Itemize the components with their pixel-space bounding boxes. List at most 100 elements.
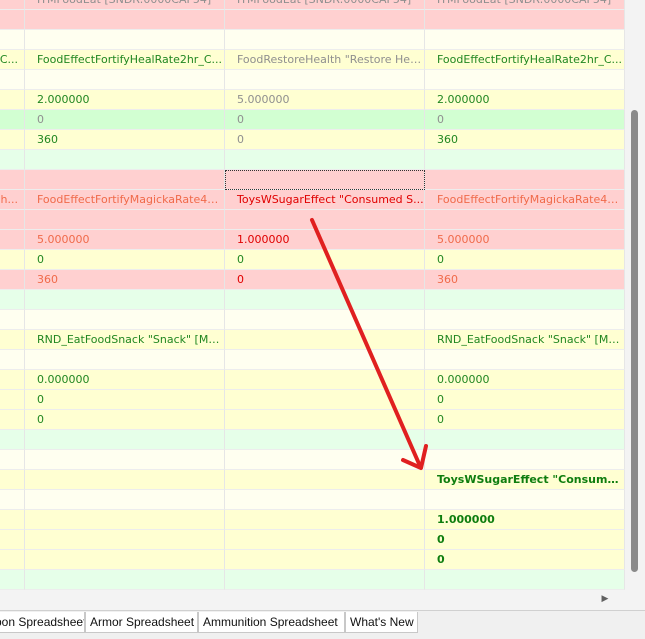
table-cell[interactable]: 0 [25, 250, 225, 270]
table-cell[interactable]: 0 [225, 110, 425, 130]
table-cell[interactable]: 5.000000 [25, 230, 225, 250]
table-cell[interactable] [425, 450, 625, 470]
table-cell[interactable] [0, 170, 25, 190]
table-cell[interactable] [0, 550, 25, 570]
table-cell[interactable] [25, 310, 225, 330]
table-cell[interactable]: 0 [425, 390, 625, 410]
table-cell[interactable] [25, 150, 225, 170]
table-cell[interactable] [225, 210, 425, 230]
table-cell[interactable] [25, 10, 225, 30]
table-cell[interactable]: 0 [425, 550, 625, 570]
table-cell[interactable]: 0.000000 [25, 370, 225, 390]
table-cell[interactable]: RND_EatFoodSnack "Snack" [MG... [25, 330, 225, 350]
table-cell[interactable]: 0 [225, 270, 425, 290]
table-cell[interactable] [425, 430, 625, 450]
table-cell[interactable] [0, 270, 25, 290]
table-cell[interactable]: ToysWSugarEffect "Consumed ... [425, 470, 625, 490]
table-cell[interactable]: RND_EatFoodSnack "Snack" [MG... [425, 330, 625, 350]
table-cell[interactable]: ToysWSugarEffect "Consumed S... [225, 190, 425, 210]
table-cell[interactable] [0, 410, 25, 430]
table-cell[interactable] [0, 10, 25, 30]
table-cell[interactable]: 0 [425, 250, 625, 270]
table-cell[interactable] [425, 170, 625, 190]
table-cell[interactable]: 0 [25, 390, 225, 410]
table-cell[interactable] [25, 530, 225, 550]
table-cell[interactable]: 360 [425, 270, 625, 290]
table-cell[interactable] [425, 210, 625, 230]
table-cell[interactable] [225, 70, 425, 90]
table-cell[interactable] [0, 510, 25, 530]
sheet-tab[interactable]: Armor Spreadsheet [85, 612, 198, 633]
table-cell[interactable] [425, 310, 625, 330]
table-cell[interactable] [25, 510, 225, 530]
table-cell[interactable]: 0 [425, 530, 625, 550]
vertical-scrollbar-thumb[interactable] [631, 110, 638, 572]
table-cell[interactable] [225, 330, 425, 350]
table-cell[interactable] [425, 10, 625, 30]
scroll-right-arrow-icon[interactable]: ▶ [598, 592, 612, 606]
table-cell[interactable]: ITMFoodEat [SNDR:0000CAF54] [25, 0, 225, 10]
table-cell[interactable]: 0 [425, 410, 625, 430]
sheet-tab[interactable]: Ammunition Spreadsheet [198, 612, 345, 633]
table-cell[interactable]: FoodEffectFortifyMagickaRate4h... [425, 190, 625, 210]
table-cell[interactable]: C... [0, 50, 25, 70]
table-cell[interactable] [425, 150, 625, 170]
table-cell[interactable] [0, 370, 25, 390]
table-cell[interactable] [425, 350, 625, 370]
table-cell[interactable] [0, 350, 25, 370]
table-cell[interactable] [225, 10, 425, 30]
table-cell[interactable] [0, 230, 25, 250]
table-cell[interactable] [0, 0, 25, 10]
table-cell[interactable] [425, 490, 625, 510]
table-cell[interactable] [225, 570, 425, 590]
table-cell[interactable] [25, 210, 225, 230]
table-cell[interactable] [225, 510, 425, 530]
table-cell[interactable] [225, 370, 425, 390]
table-cell[interactable] [25, 470, 225, 490]
table-cell[interactable] [25, 570, 225, 590]
table-cell[interactable] [0, 210, 25, 230]
table-cell[interactable]: 1.000000 [425, 510, 625, 530]
table-cell[interactable] [25, 450, 225, 470]
table-cell[interactable] [225, 530, 425, 550]
table-cell[interactable] [0, 430, 25, 450]
table-cell[interactable] [0, 290, 25, 310]
table-cell[interactable] [0, 150, 25, 170]
table-cell[interactable] [225, 490, 425, 510]
table-cell[interactable]: FoodEffectFortifyMagickaRate4h... [25, 190, 225, 210]
table-cell[interactable] [25, 430, 225, 450]
table-cell[interactable] [0, 330, 25, 350]
table-cell[interactable] [0, 70, 25, 90]
table-cell[interactable]: 1.000000 [225, 230, 425, 250]
table-cell[interactable] [0, 570, 25, 590]
table-cell[interactable] [225, 170, 425, 190]
table-cell[interactable]: 0.000000 [425, 370, 625, 390]
table-cell[interactable]: 0 [25, 410, 225, 430]
table-cell[interactable] [0, 110, 25, 130]
sheet-tab[interactable]: pon Spreadsheet [0, 612, 85, 633]
table-cell[interactable]: 360 [25, 130, 225, 150]
table-cell[interactable] [0, 530, 25, 550]
table-cell[interactable] [0, 450, 25, 470]
table-cell[interactable] [25, 30, 225, 50]
table-cell[interactable] [225, 450, 425, 470]
table-cell[interactable] [25, 170, 225, 190]
table-cell[interactable]: FoodRestoreHealth "Restore Hea... [225, 50, 425, 70]
table-cell[interactable]: FoodEffectFortifyHealRate2hr_C... [425, 50, 625, 70]
table-cell[interactable] [225, 150, 425, 170]
table-cell[interactable]: 4h... [0, 190, 25, 210]
table-cell[interactable] [25, 290, 225, 310]
table-cell[interactable] [0, 250, 25, 270]
table-cell[interactable] [225, 390, 425, 410]
table-cell[interactable] [0, 90, 25, 110]
table-cell[interactable] [0, 490, 25, 510]
table-cell[interactable] [225, 310, 425, 330]
table-cell[interactable] [225, 470, 425, 490]
table-cell[interactable]: 5.000000 [425, 230, 625, 250]
table-cell[interactable]: ITMFoodEat [SNDR:0000CAF54] [425, 0, 625, 10]
table-cell[interactable]: FoodEffectFortifyHealRate2hr_C... [25, 50, 225, 70]
table-cell[interactable]: 360 [25, 270, 225, 290]
table-cell[interactable] [225, 410, 425, 430]
table-cell[interactable]: 0 [425, 110, 625, 130]
table-cell[interactable]: 360 [425, 130, 625, 150]
